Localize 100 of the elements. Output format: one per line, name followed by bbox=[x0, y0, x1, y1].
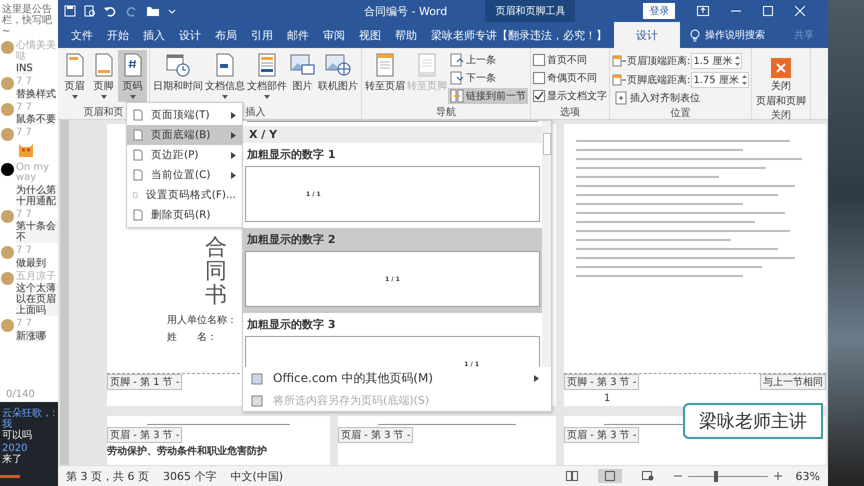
menu-item[interactable]: 页面顶端(T) bbox=[127, 105, 242, 125]
chat-message: 第十条会不 bbox=[16, 221, 58, 243]
page-icon bbox=[133, 209, 143, 221]
ribbon-display-icon[interactable] bbox=[697, 6, 710, 16]
header-tag: 页眉 - 第 3 节 - bbox=[564, 427, 640, 443]
view-button[interactable] bbox=[598, 469, 622, 483]
ribbon-button[interactable]: 下一条 bbox=[448, 70, 528, 86]
ribbon-tab[interactable]: 帮助 bbox=[388, 22, 424, 48]
ribbon-tab[interactable]: 审阅 bbox=[316, 22, 352, 48]
page-icon bbox=[133, 129, 143, 141]
page-count[interactable]: 第 3 页，共 6 页 bbox=[66, 468, 149, 484]
zoom-level[interactable]: 63% bbox=[796, 470, 820, 482]
page-number-icon bbox=[122, 53, 142, 77]
ribbon-tab[interactable]: 开始 bbox=[100, 22, 136, 48]
field-label: 页脚底端距离: bbox=[627, 74, 690, 86]
chat-message: 新涨哪 bbox=[16, 330, 46, 342]
chat-message: INS bbox=[16, 63, 33, 74]
form-field-label: 用人单位名称： bbox=[167, 314, 237, 327]
ribbon-tab[interactable]: 文件 bbox=[64, 22, 100, 48]
checkbox-label: 奇偶页不同 bbox=[547, 72, 597, 85]
window-title: 合同编号 - Word bbox=[364, 4, 448, 18]
chat-message: 为什么第十用通配 bbox=[16, 184, 58, 206]
close-icon[interactable] bbox=[795, 6, 806, 16]
zoom-slider-thumb[interactable] bbox=[714, 470, 718, 482]
ribbon-tab[interactable]: 布局 bbox=[208, 22, 244, 48]
sender-name: 7 7 bbox=[16, 77, 32, 88]
submenu-arrow-icon bbox=[231, 152, 236, 158]
link-icon bbox=[450, 89, 464, 103]
dropdown-icon[interactable] bbox=[168, 7, 176, 15]
group-label: 关闭 bbox=[770, 110, 791, 121]
ribbon-button[interactable]: 页码 bbox=[118, 50, 147, 102]
ribbon-tab[interactable]: 插入 bbox=[136, 22, 172, 48]
submenu-arrow-icon bbox=[231, 172, 236, 178]
ribbon-tab[interactable]: 邮件 bbox=[280, 22, 316, 48]
ribbon-button[interactable]: 上一条 bbox=[448, 52, 528, 68]
sender-name: 7 7 bbox=[16, 210, 32, 220]
lightbulb-icon bbox=[690, 28, 700, 42]
print-layout-icon bbox=[604, 471, 616, 481]
spin-field[interactable]: 1.75 厘米 bbox=[691, 72, 749, 88]
sender-name: 7 7 bbox=[16, 128, 32, 138]
spin-arrows-icon[interactable] bbox=[735, 54, 740, 66]
ribbon-button[interactable]: 联机图片 bbox=[317, 50, 359, 102]
menu-item[interactable]: 页边距(P) bbox=[127, 145, 242, 165]
ribbon-tab[interactable]: 设计 bbox=[172, 22, 208, 48]
submenu-arrow-icon bbox=[231, 132, 236, 138]
checkbox[interactable] bbox=[533, 90, 545, 102]
title-character: 同 bbox=[205, 260, 227, 284]
menu-item[interactable]: 当前位置(C) bbox=[127, 165, 242, 185]
ribbon-button[interactable]: 页眉 bbox=[60, 50, 89, 102]
menu-item[interactable]: 删除页码(R) bbox=[127, 205, 242, 225]
sender-name: 五月凉子 bbox=[16, 272, 56, 282]
ribbon-tab[interactable]: 视图 bbox=[352, 22, 388, 48]
page-icon bbox=[251, 372, 263, 384]
folder-icon[interactable] bbox=[146, 5, 160, 17]
ribbon-button[interactable]: 插入对齐制表位 bbox=[612, 90, 749, 106]
menu-item[interactable]: Office.com 中的其他页码(M) bbox=[243, 367, 551, 390]
ribbon-button[interactable]: 转至页眉 bbox=[364, 50, 406, 102]
tell-me-search[interactable]: 操作说明搜索 bbox=[680, 22, 765, 48]
ribbon-button[interactable]: 日期和时间 bbox=[152, 50, 204, 102]
spin-arrows-icon[interactable] bbox=[742, 74, 747, 86]
ribbon-button[interactable]: 页脚 bbox=[89, 50, 118, 102]
menu-item[interactable]: 设置页码格式(F)... bbox=[127, 185, 242, 205]
ribbon-tab[interactable]: 设计 bbox=[614, 22, 680, 48]
spin-field[interactable]: 1.5 厘米 bbox=[691, 52, 742, 68]
group-label: 选项 bbox=[560, 107, 580, 118]
sender-name: 7 7 bbox=[16, 319, 32, 330]
page-footer-icon bbox=[94, 53, 114, 77]
ribbon-button[interactable]: 链接到前一节 bbox=[448, 88, 528, 104]
notice-text: 这里是公告栏，快写吧~ bbox=[1, 2, 53, 39]
ribbon-button[interactable]: 图片 bbox=[288, 50, 317, 102]
maximize-icon[interactable] bbox=[763, 6, 774, 16]
ribbon-tab[interactable]: 引用 bbox=[244, 22, 280, 48]
ribbon-tab[interactable]: 梁咏老师专讲【翻录违法，必究！】 bbox=[424, 22, 614, 48]
undo-icon[interactable] bbox=[104, 5, 118, 17]
section-heading: 劳动保护、劳动条件和职业危害防护 bbox=[107, 444, 267, 458]
language-indicator[interactable]: 中文(中国) bbox=[230, 468, 284, 484]
ribbon-button[interactable]: 文档信息 bbox=[204, 50, 246, 102]
chat-message: 鼠条不要 bbox=[16, 114, 56, 125]
redo-icon[interactable] bbox=[126, 5, 138, 17]
margin-icon bbox=[612, 74, 626, 86]
zoom-in-icon[interactable] bbox=[774, 472, 782, 480]
word-count[interactable]: 3065 个字 bbox=[162, 468, 216, 484]
ribbon-button[interactable]: 文档部件 bbox=[246, 50, 288, 102]
chat-message: 做最到 bbox=[16, 258, 46, 268]
save-icon[interactable] bbox=[64, 5, 76, 17]
login-button[interactable]: 登录 bbox=[643, 3, 676, 19]
footer-tag: 页脚 - 第 3 节 - bbox=[564, 374, 640, 390]
comment-user: 2020 bbox=[2, 443, 28, 454]
progress-line bbox=[0, 475, 20, 478]
menu-item[interactable]: 页面底端(B) bbox=[127, 125, 242, 145]
title-character: 书 bbox=[205, 284, 227, 309]
scrollbar[interactable] bbox=[542, 121, 551, 367]
group-label: 页眉和页 bbox=[84, 107, 124, 118]
sender-name: On my way bbox=[16, 162, 50, 184]
page-number: 1 bbox=[604, 393, 610, 404]
checkbox[interactable] bbox=[533, 54, 545, 66]
close-header-footer-button[interactable]: 关闭 页眉和页脚 bbox=[754, 52, 808, 108]
chat-message: 这个太薄以在页眉上面吗 bbox=[16, 283, 58, 316]
print-preview-icon[interactable] bbox=[84, 5, 96, 17]
checkbox[interactable] bbox=[533, 72, 545, 84]
